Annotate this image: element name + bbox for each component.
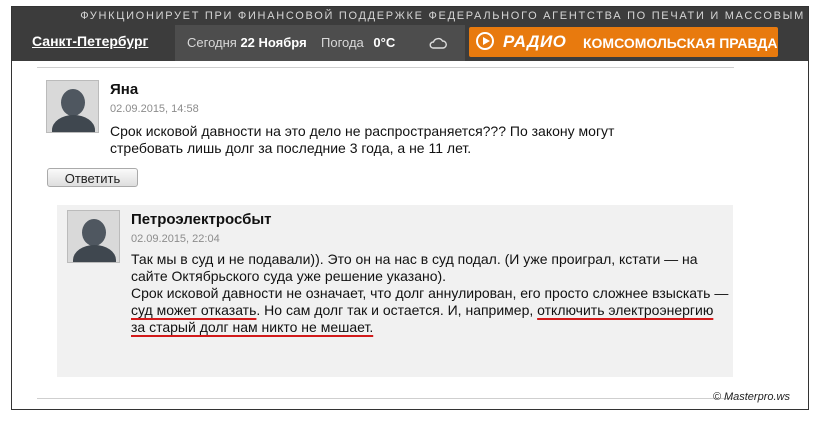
watermark: © Masterpro.ws (712, 391, 790, 403)
reply-author[interactable]: Петроэлектросбыт (131, 211, 272, 228)
reply-button[interactable]: Ответить (47, 168, 138, 187)
divider (37, 67, 734, 68)
comment-date: 02.09.2015, 14:58 (110, 103, 199, 115)
header-ticker: ФУНКЦИОНИРУЕТ ПРИ ФИНАНСОВОЙ ПОДДЕРЖКЕ Ф… (80, 10, 805, 22)
highlighted-phrase: суд может отказать (131, 302, 257, 318)
info-panel: Сегодня 22 Ноября Погода 0°C (175, 25, 465, 61)
avatar (46, 80, 99, 133)
city-link[interactable]: Санкт-Петербург (32, 33, 148, 49)
radio-station-name: КОМСОМОЛЬСКАЯ ПРАВДА (583, 35, 778, 51)
radio-logo-text: РАДИО (503, 32, 567, 51)
weather: Погода 0°C (321, 35, 395, 50)
play-icon (476, 32, 494, 50)
weather-value: 0°C (373, 35, 396, 50)
divider (37, 398, 734, 399)
avatar (67, 210, 120, 263)
today-value: 22 Ноября (240, 35, 307, 50)
radio-kp-button[interactable]: РАДИО КОМСОМОЛЬСКАЯ ПРАВДА (469, 27, 778, 57)
comment-author[interactable]: Яна (110, 81, 138, 98)
reply-text-part: Срок исковой давности не означает, что д… (131, 285, 729, 301)
reply-date: 02.09.2015, 22:04 (131, 233, 220, 245)
reply-text-paragraph-1: Так мы в суд и не подавали)). Это он на … (131, 251, 698, 284)
page-frame: ФУНКЦИОНИРУЕТ ПРИ ФИНАНСОВОЙ ПОДДЕРЖКЕ Ф… (11, 6, 809, 410)
reply-text-part: . Но сам долг так и остается. И, наприме… (256, 302, 538, 318)
cloud-icon (429, 37, 447, 49)
reply-container: Петроэлектросбыт 02.09.2015, 22:04 Так м… (57, 205, 733, 377)
reply-text-paragraph-2: Срок исковой давности не означает, что д… (131, 285, 729, 336)
comment-text: Срок исковой давности на это дело не рас… (110, 123, 615, 156)
today-date: Сегодня 22 Ноября (187, 35, 307, 50)
site-header: ФУНКЦИОНИРУЕТ ПРИ ФИНАНСОВОЙ ПОДДЕРЖКЕ Ф… (12, 7, 808, 61)
weather-label: Погода (321, 35, 364, 50)
today-label: Сегодня (187, 35, 237, 50)
